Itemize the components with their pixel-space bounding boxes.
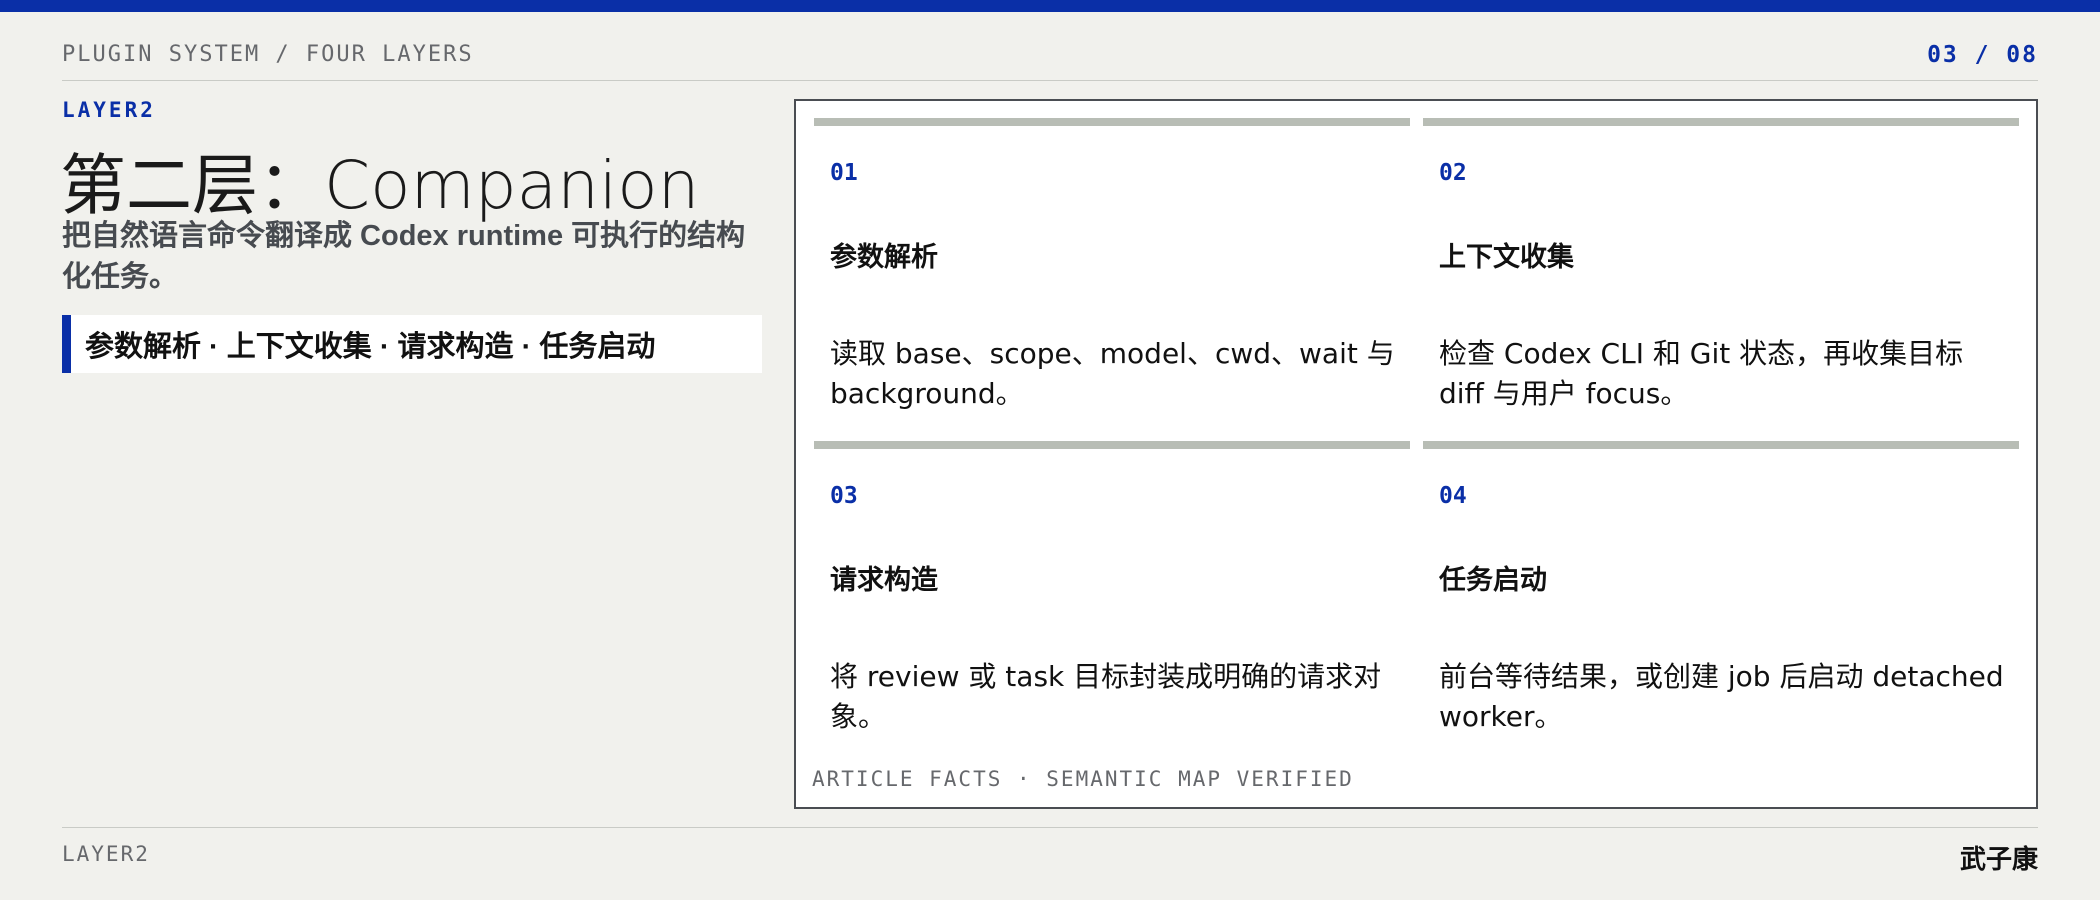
card-top-bar <box>1423 441 2019 449</box>
page-subtitle: 把自然语言命令翻译成 Codex runtime 可执行的结构化任务。 <box>62 220 746 293</box>
card-top-bar <box>814 441 1410 449</box>
step-title: 参数解析 <box>830 242 938 272</box>
layer-eyebrow: LAYER2 <box>62 98 156 122</box>
panel-footnote: ARTICLE FACTS · SEMANTIC MAP VERIFIED <box>812 767 1354 791</box>
author-signature: 武子康 <box>1959 844 2038 874</box>
step-card: 03 请求构造 将 review 或 task 目标封装成明确的请求对象。 <box>814 441 1410 751</box>
step-number: 04 <box>1439 483 1467 509</box>
card-top-bar <box>1423 118 2019 126</box>
steps-panel: 01 参数解析 读取 base、scope、model、cwd、wait 与 b… <box>794 99 2038 809</box>
keyline-summary: 参数解析 · 上下文收集 · 请求构造 · 任务启动 <box>62 315 762 373</box>
top-accent-bar <box>0 0 2100 12</box>
step-card: 02 上下文收集 检查 Codex CLI 和 Git 状态，再收集目标 dif… <box>1423 118 2019 428</box>
step-description: 将 review 或 task 目标封装成明确的请求对象。 <box>830 660 1382 733</box>
step-title: 请求构造 <box>830 565 938 595</box>
footer-divider <box>62 827 2038 828</box>
step-description: 前台等待结果，或创建 job 后启动 detached worker。 <box>1439 660 2004 733</box>
step-card: 04 任务启动 前台等待结果，或创建 job 后启动 detached work… <box>1423 441 2019 751</box>
card-top-bar <box>814 118 1410 126</box>
step-description: 读取 base、scope、model、cwd、wait 与 backgroun… <box>830 337 1395 410</box>
step-card: 01 参数解析 读取 base、scope、model、cwd、wait 与 b… <box>814 118 1410 428</box>
step-number: 01 <box>830 160 858 186</box>
step-description: 检查 Codex CLI 和 Git 状态，再收集目标 diff 与用户 foc… <box>1439 337 1964 410</box>
page-title: 第二层：Companion <box>60 147 700 224</box>
page-indicator: 03 / 08 <box>1927 42 2038 68</box>
section-breadcrumb: PLUGIN SYSTEM / FOUR LAYERS <box>62 42 474 67</box>
step-title: 任务启动 <box>1439 565 1547 595</box>
step-number: 02 <box>1439 160 1467 186</box>
step-title: 上下文收集 <box>1439 242 1574 272</box>
header-divider <box>62 80 2038 81</box>
step-number: 03 <box>830 483 858 509</box>
footer-layer-label: LAYER2 <box>62 842 150 866</box>
